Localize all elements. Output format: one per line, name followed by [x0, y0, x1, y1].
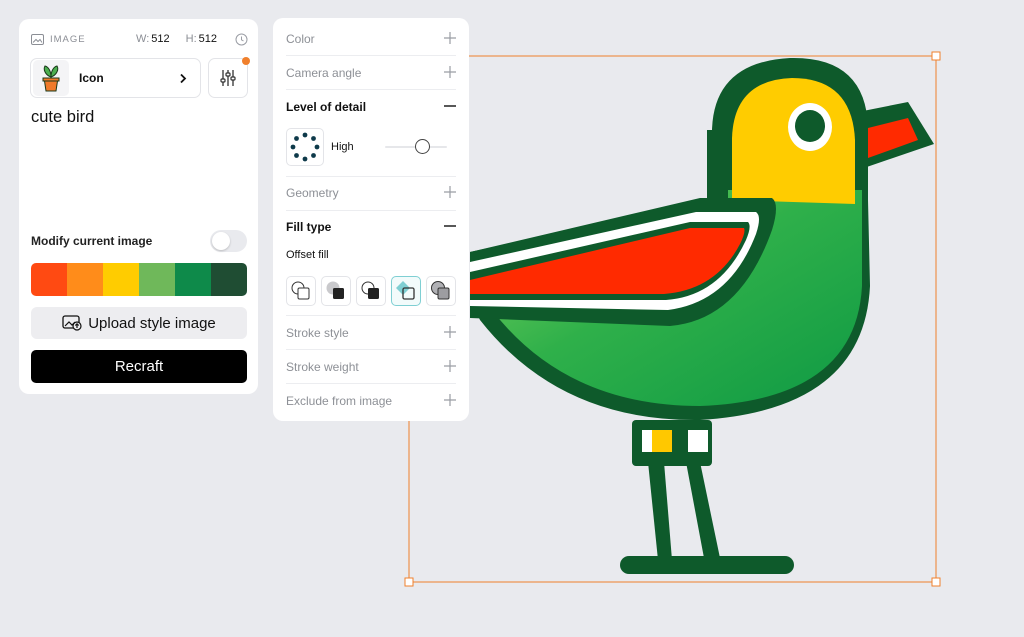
setting-color-label: Color: [286, 32, 315, 46]
toggle-knob: [212, 232, 230, 250]
fill-outline-icon: [291, 281, 310, 300]
fill-shaded-icon: [431, 281, 450, 300]
setting-fill-type[interactable]: Fill type: [286, 210, 456, 244]
palette-swatch[interactable]: [67, 263, 103, 296]
setting-camera-angle[interactable]: Camera angle: [286, 56, 456, 90]
upload-style-image-button[interactable]: Upload style image: [31, 307, 247, 339]
plus-icon: [444, 393, 456, 409]
setting-exclude-from-image[interactable]: Exclude from image: [286, 384, 456, 418]
sliders-icon: [219, 69, 237, 87]
fill-options: [286, 276, 456, 306]
modify-toggle[interactable]: [210, 230, 247, 252]
resize-handle-br: [931, 577, 941, 587]
modify-label: Modify current image: [31, 234, 153, 248]
fill-solid-icon: [326, 281, 344, 299]
history-icon[interactable]: [235, 33, 248, 46]
minus-icon: [444, 220, 456, 235]
setting-stroke-style-label: Stroke style: [286, 326, 349, 340]
setting-color[interactable]: Color: [286, 22, 456, 56]
setting-level-of-detail[interactable]: Level of detail: [286, 90, 456, 124]
palette-swatch[interactable]: [31, 263, 67, 296]
detail-preview: [286, 128, 324, 166]
style-thumbnail: [33, 60, 69, 96]
style-selector[interactable]: Icon: [30, 58, 201, 98]
generation-panel: IMAGE W: 512 H: 512 Icon cute bird Modif…: [19, 19, 258, 394]
upload-label: Upload style image: [88, 314, 216, 332]
fill-option-offset[interactable]: [356, 276, 386, 306]
fill-value: Offset fill: [286, 249, 329, 261]
fill-diamond-icon: [396, 281, 415, 300]
setting-stroke-style[interactable]: Stroke style: [286, 316, 456, 350]
chevron-right-icon: [174, 73, 192, 84]
setting-geometry[interactable]: Geometry: [286, 176, 456, 210]
setting-fill-type-label: Fill type: [286, 220, 332, 234]
plus-icon: [444, 185, 456, 201]
prompt-input[interactable]: cute bird: [31, 108, 94, 127]
setting-stroke-weight-label: Stroke weight: [286, 360, 359, 374]
detail-slider-knob[interactable]: [415, 139, 431, 154]
resize-handle-bl: [404, 577, 414, 587]
setting-exclude-label: Exclude from image: [286, 394, 393, 408]
plant-icon: [42, 65, 60, 92]
setting-geometry-label: Geometry: [286, 186, 339, 200]
palette-swatch[interactable]: [211, 263, 247, 296]
style-name: Icon: [79, 71, 104, 85]
palette-swatch[interactable]: [139, 263, 175, 296]
setting-level-of-detail-label: Level of detail: [286, 100, 367, 114]
palette-swatch[interactable]: [175, 263, 211, 296]
notification-dot: [242, 57, 250, 65]
bird-illustration: [470, 57, 934, 574]
plus-icon: [444, 359, 456, 375]
plus-icon: [444, 31, 456, 47]
width-value[interactable]: 512: [151, 33, 169, 45]
upload-image-icon: [62, 315, 82, 331]
setting-camera-angle-label: Camera angle: [286, 66, 362, 80]
setting-stroke-weight[interactable]: Stroke weight: [286, 350, 456, 384]
color-palette[interactable]: [31, 263, 247, 296]
minus-icon: [444, 100, 456, 115]
style-settings-panel: Color Camera angle Level of detail High …: [273, 18, 469, 421]
width-label: W:: [136, 33, 150, 45]
fill-option-offset-selected[interactable]: [391, 276, 421, 306]
dots-ring-icon: [290, 132, 320, 162]
modify-current-image-row: Modify current image: [31, 230, 247, 252]
detail-value: High: [331, 141, 354, 153]
resize-handle-tr: [931, 51, 941, 61]
palette-swatch[interactable]: [103, 263, 139, 296]
image-label: IMAGE: [50, 33, 86, 45]
fill-offset-icon: [361, 281, 379, 299]
image-header: IMAGE W: 512 H: 512: [31, 31, 248, 47]
plus-icon: [444, 65, 456, 81]
settings-toggle-button[interactable]: [208, 57, 250, 98]
fill-option-shaded[interactable]: [426, 276, 456, 306]
plus-icon: [444, 325, 456, 341]
height-value[interactable]: 512: [199, 33, 217, 45]
fill-option-solid[interactable]: [321, 276, 351, 306]
height-label: H:: [185, 33, 197, 45]
fill-option-outline[interactable]: [286, 276, 316, 306]
image-icon: [31, 33, 44, 45]
recraft-button[interactable]: Recraft: [31, 350, 247, 383]
